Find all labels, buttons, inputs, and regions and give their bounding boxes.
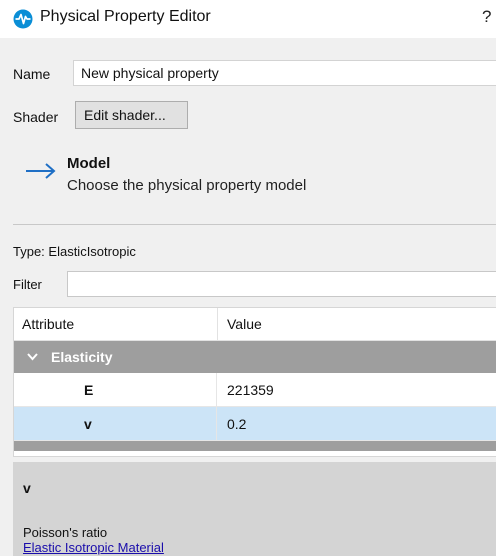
name-label: Name	[13, 66, 51, 82]
group-label: Elasticity	[51, 349, 113, 365]
filter-label: Filter	[13, 277, 42, 292]
attribute-name: E	[84, 382, 94, 398]
description-title: v	[23, 480, 31, 496]
filter-input[interactable]	[67, 271, 496, 297]
grid-header: Attribute Value	[14, 308, 496, 341]
description-text: Poisson's ratio	[23, 525, 108, 540]
help-button[interactable]: ?	[482, 7, 491, 27]
chevron-down-icon[interactable]	[27, 351, 38, 362]
title-bar: Physical Property Editor ?	[0, 0, 496, 38]
waveform-icon	[13, 9, 33, 29]
arrow-right-icon	[26, 163, 56, 179]
table-row[interactable]: E 221359	[14, 373, 496, 407]
grid-footer	[14, 441, 496, 451]
description-panel: v Poisson's ratio Elastic Isotropic Mate…	[13, 462, 496, 556]
column-header-value[interactable]: Value	[227, 316, 262, 332]
header-divider	[217, 308, 218, 341]
attribute-cell: v	[14, 407, 217, 440]
table-row[interactable]: v 0.2	[14, 407, 496, 441]
attribute-name: v	[84, 416, 92, 432]
attribute-cell: E	[14, 373, 217, 406]
attribute-value[interactable]: 221359	[227, 382, 274, 398]
attribute-value[interactable]: 0.2	[227, 416, 246, 432]
group-row-elasticity[interactable]: Elasticity	[14, 341, 496, 373]
edit-shader-button[interactable]: Edit shader...	[75, 101, 188, 129]
name-input[interactable]	[73, 60, 496, 86]
step-title: Model	[67, 155, 111, 172]
shader-label: Shader	[13, 109, 59, 125]
step-subtitle: Choose the physical property model	[67, 177, 307, 194]
divider	[13, 224, 496, 225]
window-title: Physical Property Editor	[40, 8, 211, 25]
type-label: Type: ElasticIsotropic	[13, 244, 136, 259]
column-header-attribute[interactable]: Attribute	[22, 316, 74, 332]
editor-panel: Name Shader Edit shader... Model Choose …	[0, 38, 496, 556]
material-doc-link[interactable]: Elastic Isotropic Material	[23, 540, 164, 555]
attribute-grid: Attribute Value Elasticity E 221359 v 0.…	[13, 307, 496, 457]
